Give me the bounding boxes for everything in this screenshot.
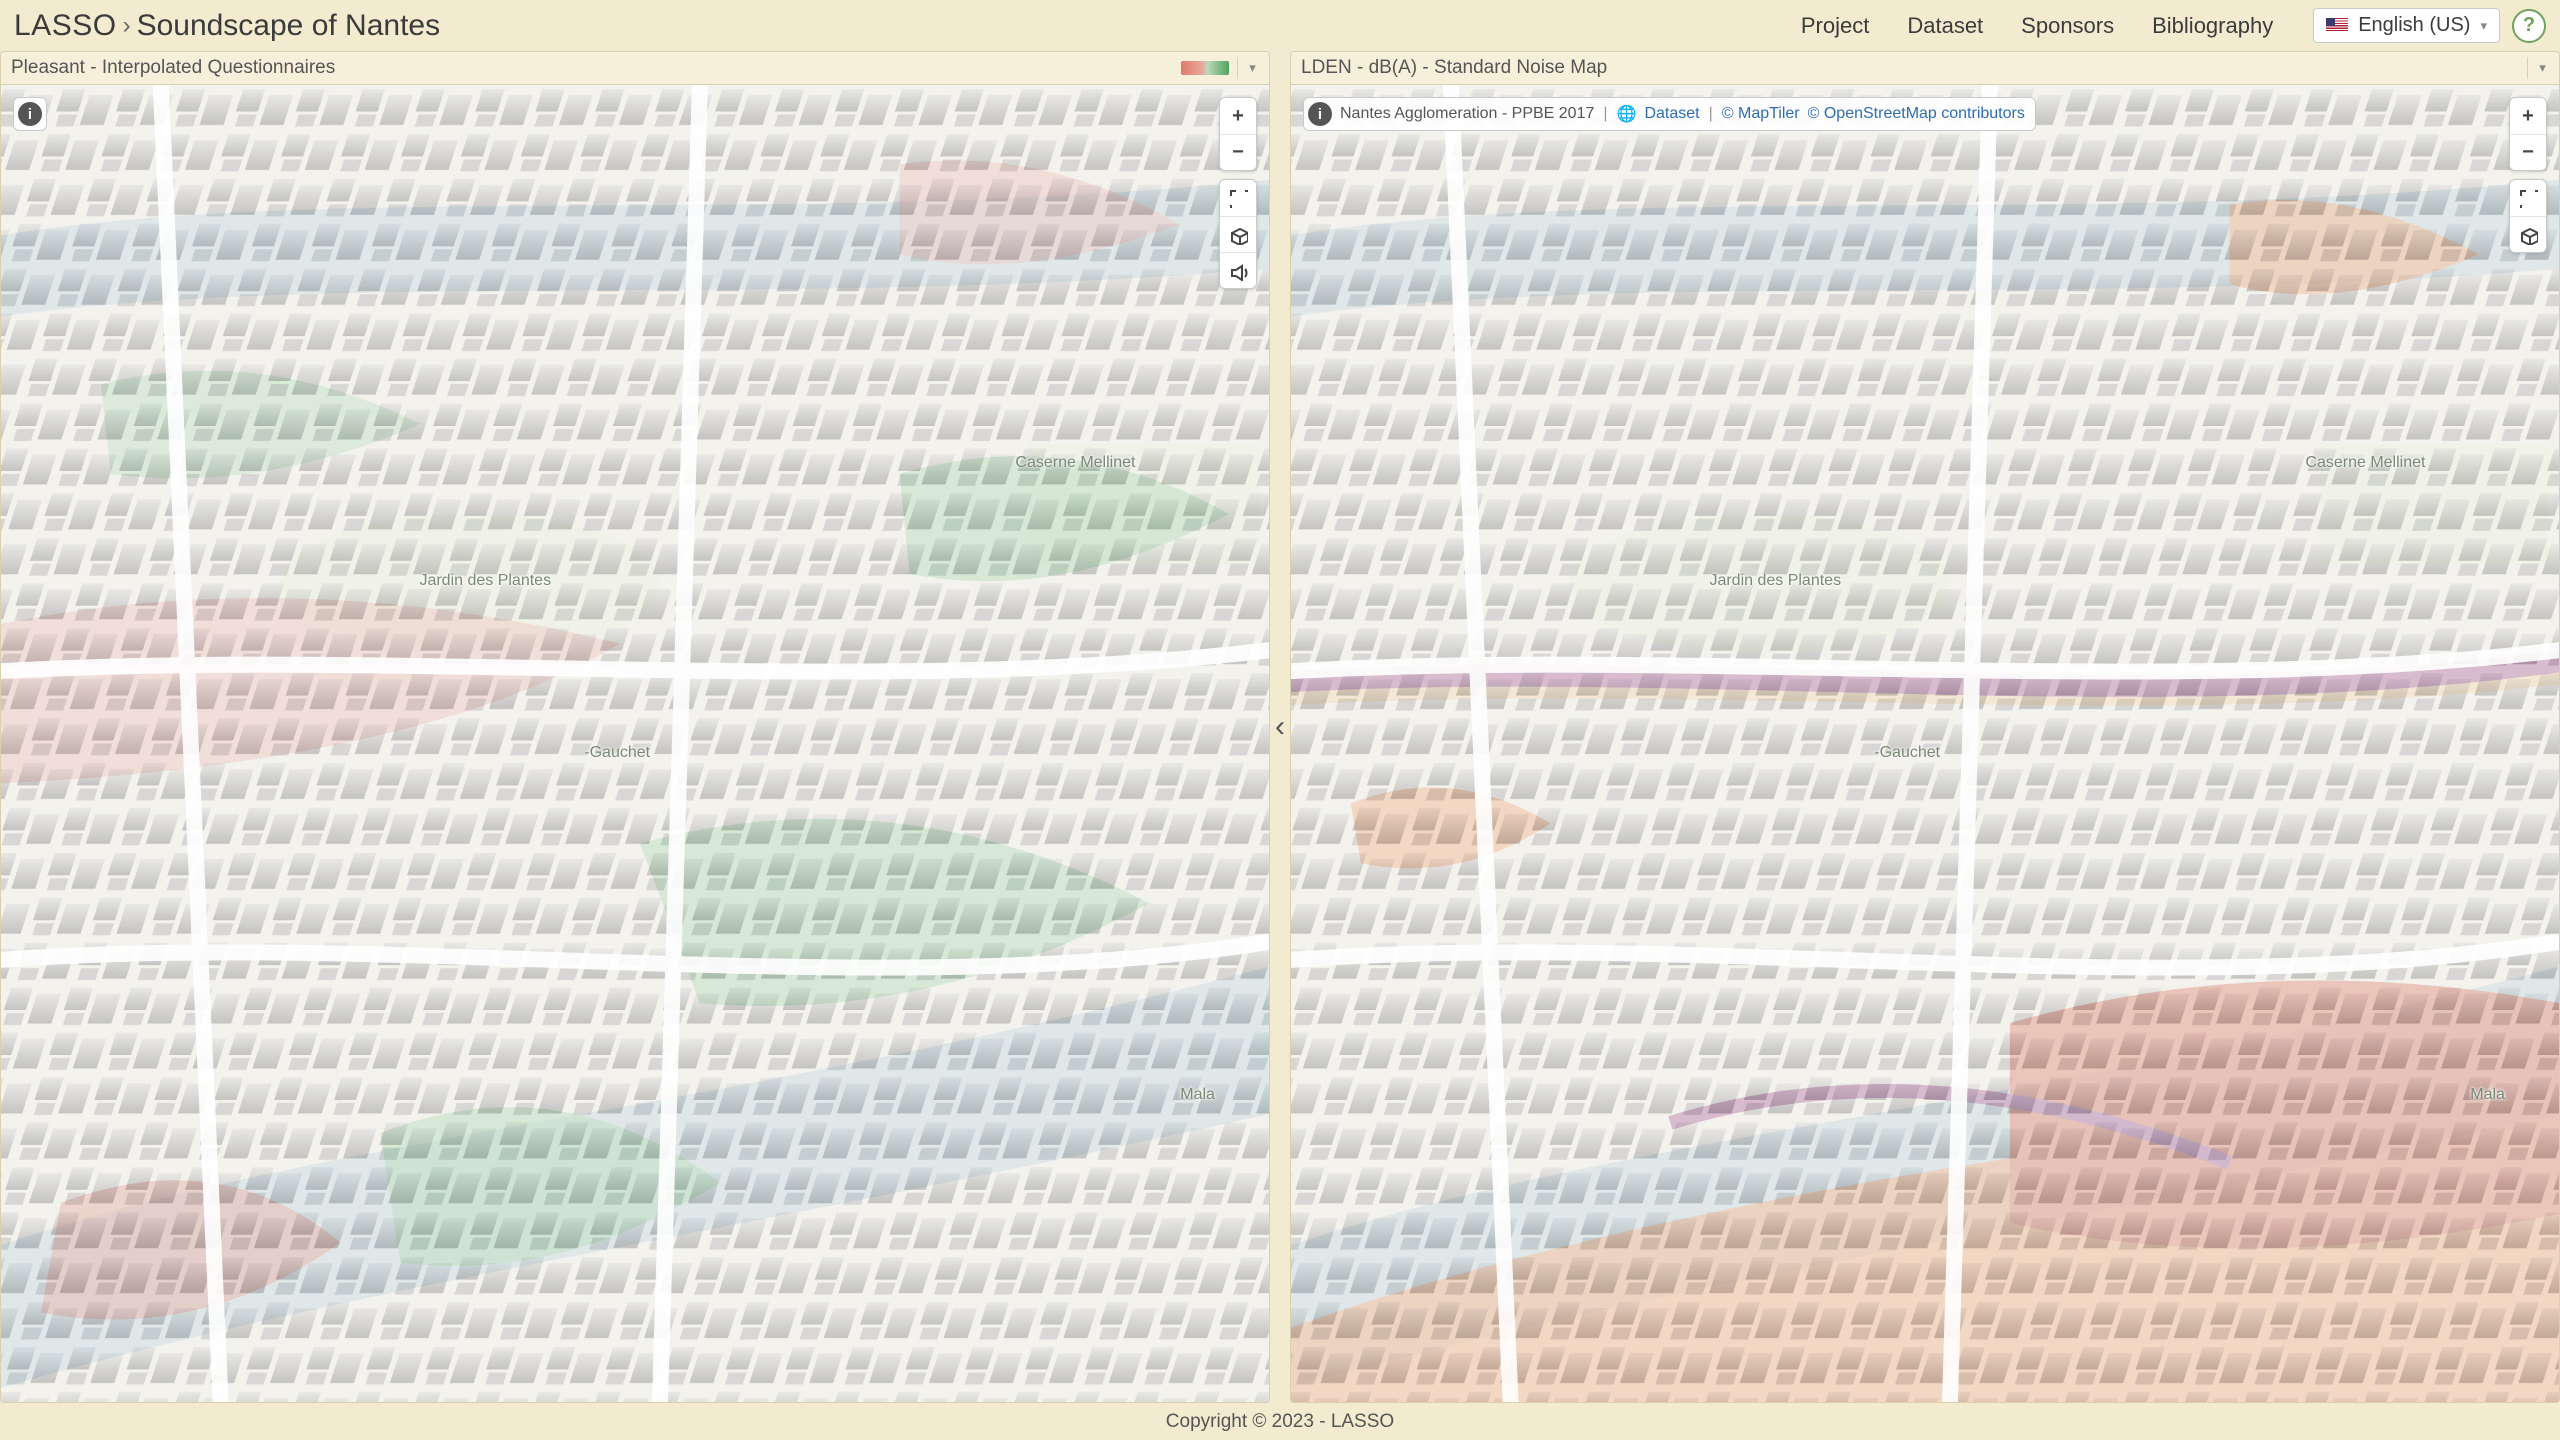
map-viewport-right[interactable]: i Nantes Agglomeration - PPBE 2017 | 🌐 D… (1291, 85, 2559, 1402)
cube-icon (1228, 225, 1248, 245)
fullscreen-icon (1228, 188, 1248, 208)
zoom-in-button[interactable]: + (1220, 98, 1256, 134)
perspective-toggle-button[interactable] (1220, 216, 1256, 252)
map-controls-right: + − (2509, 97, 2547, 253)
help-button[interactable]: ? (2512, 9, 2546, 43)
map-tools (2509, 179, 2547, 253)
fullscreen-button[interactable] (2510, 180, 2546, 216)
map-controls-left: + − (1219, 97, 1257, 289)
panel-noise: LDEN - dB(A) - Standard Noise Map ▾ (1290, 51, 2560, 1403)
cube-icon (2518, 225, 2538, 245)
zoom-control: + − (1219, 97, 1257, 171)
zoom-out-button[interactable]: − (2510, 134, 2546, 170)
nav-bibliography[interactable]: Bibliography (2152, 13, 2273, 39)
panel-collapse-handle[interactable]: ‹ (1269, 705, 1291, 749)
footer: Copyright © 2023 - LASSO (0, 1403, 2560, 1440)
info-icon: i (18, 102, 42, 126)
map-attribution: i Nantes Agglomeration - PPBE 2017 | 🌐 D… (1303, 97, 2036, 131)
attr-osm-link[interactable]: © OpenStreetMap contributors (1808, 105, 2025, 123)
logo-group: LASSO › Soundscape of Nantes (14, 9, 440, 43)
chevron-right-icon: › (123, 12, 131, 40)
fullscreen-icon (2518, 188, 2538, 208)
zoom-out-button[interactable]: − (1220, 134, 1256, 170)
topbar: LASSO › Soundscape of Nantes Project Dat… (0, 0, 2560, 51)
nav-dataset[interactable]: Dataset (1907, 13, 1983, 39)
map-info-button[interactable]: i (13, 97, 47, 131)
perspective-toggle-button[interactable] (2510, 216, 2546, 252)
attr-source: Nantes Agglomeration - PPBE 2017 (1340, 105, 1594, 123)
globe-icon: 🌐 (1617, 104, 1637, 124)
attr-dataset-link[interactable]: Dataset (1644, 105, 1699, 123)
fullscreen-button[interactable] (1220, 180, 1256, 216)
primary-nav: Project Dataset Sponsors Bibliography (1801, 13, 2273, 39)
panel-expand-toggle[interactable]: ▾ (2527, 57, 2549, 79)
language-label: English (US) (2358, 14, 2470, 37)
nav-project[interactable]: Project (1801, 13, 1869, 39)
topbar-right: English (US) ▾ ? (2313, 8, 2546, 43)
panel-header-left: Pleasant - Interpolated Questionnaires ▾ (1, 52, 1269, 85)
panel-pleasant: Pleasant - Interpolated Questionnaires ▾ (0, 51, 1270, 1403)
panel-title: Pleasant - Interpolated Questionnaires (11, 57, 335, 79)
zoom-in-button[interactable]: + (2510, 98, 2546, 134)
copyright-text: Copyright © 2023 - LASSO (1166, 1411, 1394, 1433)
app-logo[interactable]: LASSO (14, 9, 117, 43)
legend-gradient-icon (1181, 61, 1229, 75)
chevron-down-icon: ▾ (2480, 18, 2487, 34)
panel-title: LDEN - dB(A) - Standard Noise Map (1301, 57, 1607, 79)
map-canvas-left (1, 85, 1269, 1402)
attr-maptiler-link[interactable]: © MapTiler (1722, 105, 1800, 123)
map-viewport-left[interactable]: i Jardin des Plantes Caserne Mellinet -G… (1, 85, 1269, 1402)
nav-sponsors[interactable]: Sponsors (2021, 13, 2114, 39)
flag-us-icon (2326, 18, 2348, 33)
panel-expand-toggle[interactable]: ▾ (1237, 57, 1259, 79)
page-title: Soundscape of Nantes (137, 9, 441, 43)
speaker-icon (1228, 261, 1248, 281)
panel-header-right: LDEN - dB(A) - Standard Noise Map ▾ (1291, 52, 2559, 85)
map-tools (1219, 179, 1257, 289)
audio-toggle-button[interactable] (1220, 252, 1256, 288)
zoom-control: + − (2509, 97, 2547, 171)
split-layout: Pleasant - Interpolated Questionnaires ▾ (0, 51, 2560, 1403)
language-select[interactable]: English (US) ▾ (2313, 8, 2500, 43)
info-icon[interactable]: i (1308, 102, 1332, 126)
map-canvas-right (1291, 85, 2559, 1402)
